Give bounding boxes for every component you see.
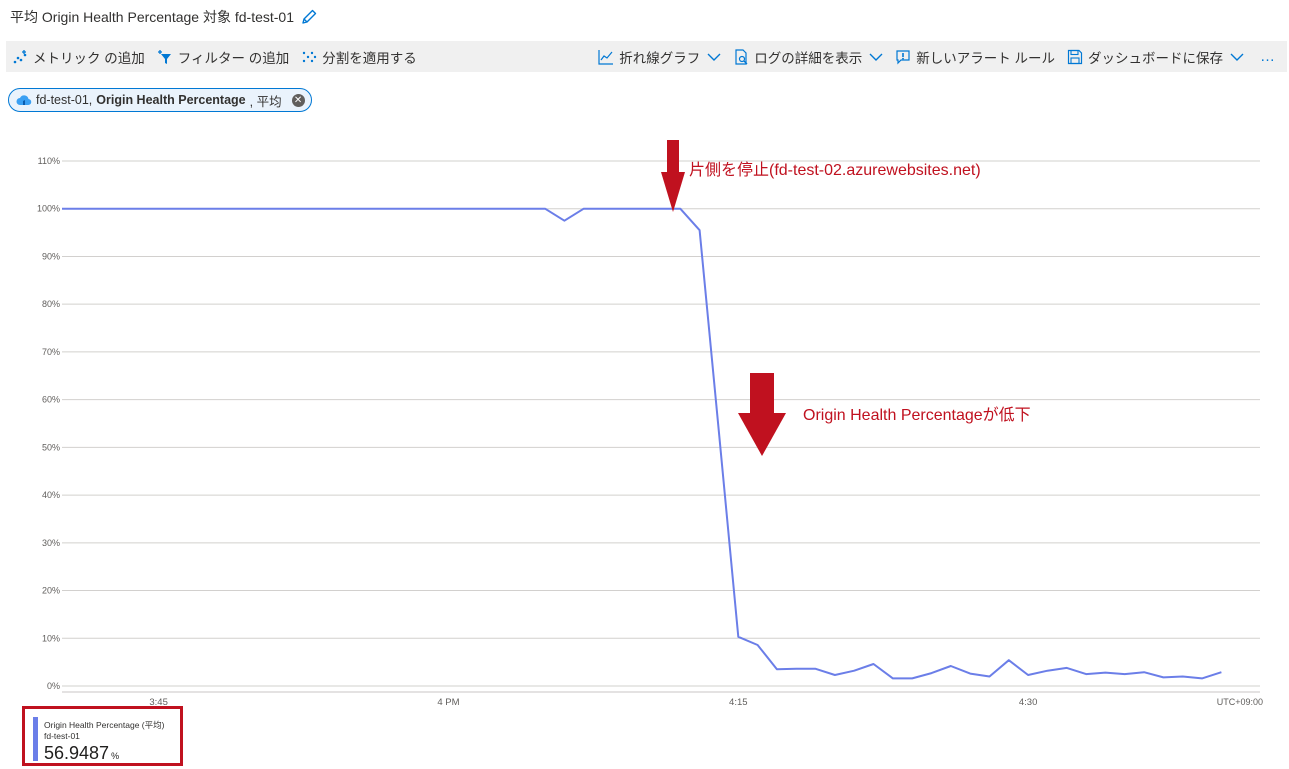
y-tick-label: 40% xyxy=(42,490,60,500)
chart-title: 平均 Origin Health Percentage 対象 fd-test-0… xyxy=(10,6,318,28)
legend-resource: fd-test-01 xyxy=(44,731,80,741)
timezone-label: UTC+09:00 xyxy=(1217,697,1263,707)
save-to-dashboard-dropdown[interactable]: ダッシュボードに保存 xyxy=(1061,41,1250,72)
metrics-toolbar: メトリック の追加 フィルター の追加 分割を適用する 折れ線グラフ ログの詳細… xyxy=(6,41,1287,72)
legend-value-number: 56.9487 xyxy=(44,743,110,763)
legend-metric-name: Origin Health Percentage (平均) xyxy=(44,720,165,730)
chip-resource: fd-test-01, xyxy=(36,93,93,107)
add-filter-button[interactable]: フィルター の追加 xyxy=(151,41,295,72)
line-chart[interactable]: 110%100%90%80%70%60%50%40%30%20%10%0% 3:… xyxy=(0,140,1289,712)
apply-split-label: 分割を適用する xyxy=(322,50,417,66)
front-door-resource-icon xyxy=(16,95,32,106)
legend-card[interactable]: Origin Health Percentage (平均) fd-test-01… xyxy=(22,706,183,766)
y-tick-label: 20% xyxy=(42,586,60,596)
chip-metric: Origin Health Percentage xyxy=(96,93,246,107)
log-details-label: ログの詳細を表示 xyxy=(754,50,863,66)
alert-icon xyxy=(896,49,910,64)
chevron-down-icon xyxy=(1230,53,1244,61)
y-tick-label: 90% xyxy=(42,251,60,261)
annotation-arrow-drop-shaft xyxy=(750,373,774,413)
new-alert-rule-label: 新しいアラート ルール xyxy=(916,50,1055,66)
legend-color-swatch xyxy=(33,717,38,761)
y-axis: 110% 100% 90% 80% 70% 60% 50% 40% 30% 20% 10% 0% xyxy=(37,156,60,691)
y-tick-label: 50% xyxy=(42,442,60,452)
save-to-dashboard-label: ダッシュボードに保存 xyxy=(1088,50,1223,66)
more-options-button[interactable]: … xyxy=(1250,41,1287,72)
y-tick-label: 0% xyxy=(47,681,60,691)
add-filter-label: フィルター の追加 xyxy=(177,50,290,66)
y-tick-label: 10% xyxy=(42,633,60,643)
log-details-dropdown[interactable]: ログの詳細を表示 xyxy=(727,41,889,72)
toolbar-left-group: メトリック の追加 フィルター の追加 分割を適用する xyxy=(6,41,423,72)
chart-grid xyxy=(62,160,1260,693)
line-chart-icon xyxy=(598,49,614,65)
add-metric-button[interactable]: メトリック の追加 xyxy=(6,41,151,72)
x-axis: 3:45 4 PM 4:15 4:30 UTC+09:00 xyxy=(149,697,1263,708)
x-tick-label: 4:15 xyxy=(729,697,748,708)
apply-split-button[interactable]: 分割を適用する xyxy=(295,41,423,72)
series-line-origin-health xyxy=(62,207,1222,680)
add-metric-icon xyxy=(13,49,27,63)
x-tick-label: 4:30 xyxy=(1019,697,1038,708)
new-alert-rule-button[interactable]: 新しいアラート ルール xyxy=(889,41,1061,72)
y-tick-label: 80% xyxy=(42,299,60,309)
y-tick-label: 100% xyxy=(37,204,60,214)
x-tick-label: 4 PM xyxy=(437,697,459,708)
save-icon xyxy=(1067,49,1083,64)
remove-metric-icon[interactable]: ✕ xyxy=(291,93,305,107)
legend-value-unit: % xyxy=(111,751,120,761)
annotation-stop-text: 片側を停止(fd-test-02.azurewebsites.net) xyxy=(689,161,981,179)
y-tick-label: 30% xyxy=(42,538,60,548)
annotation-arrow-stop-shaft xyxy=(667,140,679,172)
add-metric-label: メトリック の追加 xyxy=(33,50,145,66)
filter-icon xyxy=(157,49,171,64)
log-document-icon xyxy=(735,48,748,65)
line-chart-label: 折れ線グラフ xyxy=(619,50,701,66)
annotation-arrow-stop-head xyxy=(661,172,685,212)
toolbar-right-group: 折れ線グラフ ログの詳細を表示 新しいアラート ルール ダッシュボードに保存 … xyxy=(592,41,1287,72)
edit-pencil-icon[interactable] xyxy=(300,8,318,26)
chart-title-text: 平均 Origin Health Percentage 対象 fd-test-0… xyxy=(10,9,295,25)
y-tick-label: 60% xyxy=(42,395,60,405)
line-chart-dropdown[interactable]: 折れ線グラフ xyxy=(592,41,727,72)
chip-aggregation: , 平均 xyxy=(249,94,282,109)
y-tick-label: 110% xyxy=(38,156,60,166)
y-tick-label: 70% xyxy=(42,347,60,357)
legend-value: 56.9487% xyxy=(44,743,119,764)
annotation-drop-text: Origin Health Percentageが低下 xyxy=(803,406,1031,424)
metric-chip[interactable]: fd-test-01, Origin Health Percentage, 平均 … xyxy=(8,88,312,112)
chevron-down-icon xyxy=(707,53,721,61)
more-options-icon: … xyxy=(1260,48,1275,65)
annotation-arrow-drop-head xyxy=(738,413,786,456)
split-icon xyxy=(303,51,317,62)
chevron-down-icon xyxy=(869,53,883,61)
